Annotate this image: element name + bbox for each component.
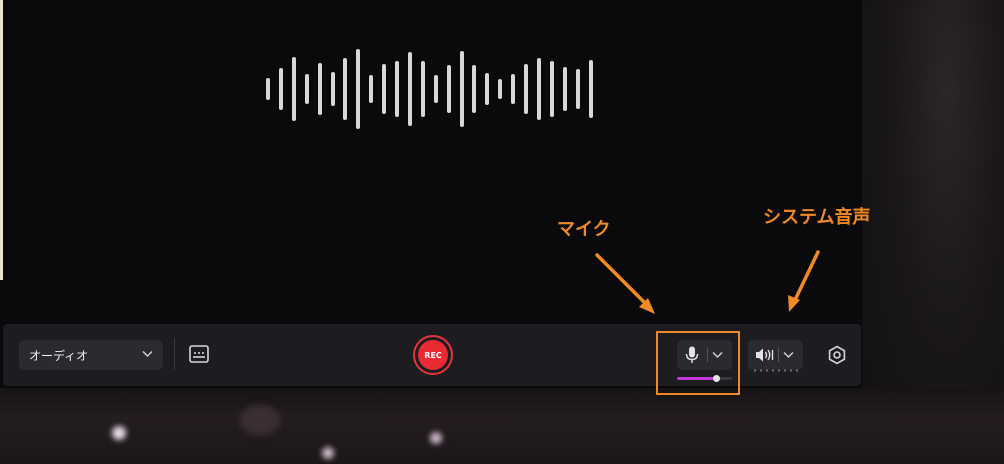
toolbar-divider xyxy=(174,338,175,370)
chevron-down-icon xyxy=(142,350,153,358)
settings-icon[interactable] xyxy=(827,345,847,365)
caption-icon[interactable] xyxy=(188,343,210,365)
waveform-bar xyxy=(266,78,270,100)
waveform-bar xyxy=(562,67,567,111)
background-photo-bottom xyxy=(0,388,1004,464)
waveform-bar xyxy=(369,75,374,103)
waveform-bar xyxy=(549,61,554,117)
waveform-bar xyxy=(446,65,451,113)
recorder-window: オーディオ REC xyxy=(0,0,862,388)
waveform-bar xyxy=(511,74,516,104)
waveform-bar xyxy=(433,75,438,103)
waveform-bar xyxy=(356,49,361,129)
waveform-bar xyxy=(407,52,412,126)
audio-waveform xyxy=(266,48,602,130)
waveform-bar xyxy=(278,68,283,110)
waveform-bar xyxy=(459,51,464,127)
bokeh-light xyxy=(240,405,280,435)
system-audio-annotation-label: システム音声 xyxy=(763,207,871,228)
chevron-down-icon[interactable] xyxy=(783,351,794,359)
recording-mode-select[interactable]: オーディオ xyxy=(19,340,163,370)
bokeh-light xyxy=(112,426,126,440)
microphone-annotation-label: マイク xyxy=(557,219,611,240)
speaker-icon xyxy=(756,348,774,362)
waveform-bar xyxy=(588,60,593,118)
system-audio-level-indicator xyxy=(752,369,802,372)
system-audio-separator xyxy=(778,348,779,362)
waveform-bar xyxy=(420,61,425,117)
waveform-bar xyxy=(485,73,490,105)
bokeh-light xyxy=(430,432,442,444)
waveform-bar xyxy=(317,63,322,115)
system-audio-button[interactable] xyxy=(748,340,803,370)
waveform-bar xyxy=(395,61,399,117)
microphone-highlight-box xyxy=(656,331,740,395)
bokeh-light xyxy=(322,447,334,459)
waveform-bar xyxy=(330,72,335,106)
waveform-bar xyxy=(524,64,528,114)
record-button-label: REC xyxy=(418,340,448,370)
waveform-bar xyxy=(575,69,580,109)
waveform-bar xyxy=(536,58,541,120)
waveform-bar xyxy=(343,58,348,120)
waveform-bar xyxy=(498,79,503,99)
window-edge xyxy=(0,0,3,280)
recording-mode-label: オーディオ xyxy=(29,349,89,363)
waveform-bar xyxy=(382,64,387,114)
waveform-bar xyxy=(304,74,309,104)
record-button[interactable]: REC xyxy=(413,335,453,375)
waveform-bar xyxy=(472,65,477,113)
waveform-bar xyxy=(291,57,296,121)
